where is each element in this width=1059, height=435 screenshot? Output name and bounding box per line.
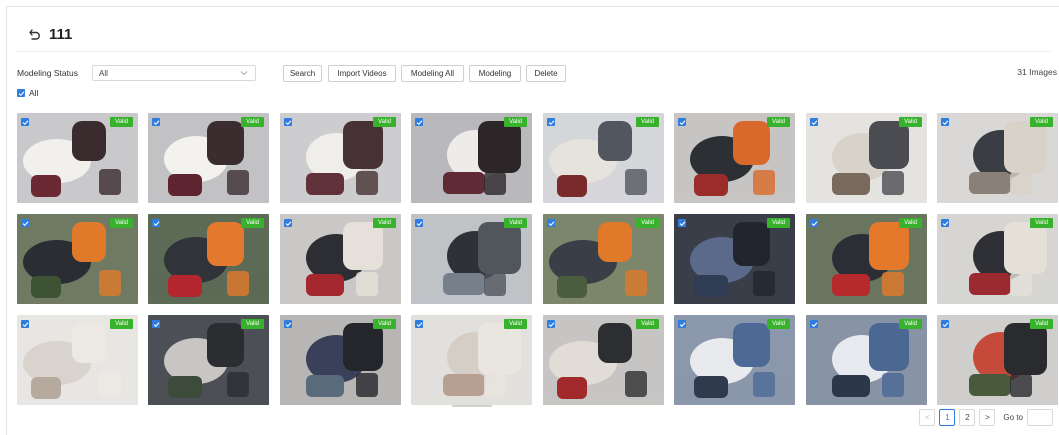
image-tile[interactable]: Valid (280, 214, 401, 304)
tile-checkbox[interactable] (941, 320, 949, 328)
modeling-all-button[interactable]: Modeling All (401, 65, 464, 82)
image-tile[interactable]: Valid (543, 214, 664, 304)
image-tile[interactable]: Valid (411, 315, 532, 405)
tile-checkbox[interactable] (678, 118, 686, 126)
image-tile[interactable]: Valid (806, 113, 927, 203)
status-badge: Valid (636, 218, 659, 228)
status-badge: Valid (899, 319, 922, 329)
next-page-button[interactable]: > (979, 409, 996, 426)
image-tile[interactable]: Valid (674, 113, 795, 203)
status-badge: Valid (241, 319, 264, 329)
header-divider (16, 51, 1051, 52)
tile-checkbox[interactable] (21, 118, 29, 126)
image-tile[interactable]: Valid (17, 113, 138, 203)
tile-checkbox[interactable] (941, 118, 949, 126)
modeling-status-select[interactable]: All (92, 65, 256, 81)
image-tile[interactable]: Valid (806, 214, 927, 304)
image-tile[interactable]: Valid (674, 315, 795, 405)
tile-checkbox[interactable] (284, 118, 292, 126)
status-badge: Valid (373, 319, 396, 329)
back-arrow-icon[interactable] (27, 26, 43, 42)
status-badge: Valid (110, 117, 133, 127)
image-tile[interactable]: Valid (17, 315, 138, 405)
tile-checkbox[interactable] (152, 320, 160, 328)
scroll-indicator[interactable] (452, 405, 492, 407)
tile-checkbox[interactable] (415, 118, 423, 126)
tile-checkbox[interactable] (810, 118, 818, 126)
page-title: 111 (49, 25, 73, 43)
tile-checkbox[interactable] (21, 219, 29, 227)
status-badge: Valid (241, 117, 264, 127)
tile-checkbox[interactable] (152, 118, 160, 126)
import-videos-button[interactable]: Import Videos (328, 65, 396, 82)
tile-checkbox[interactable] (678, 219, 686, 227)
status-badge: Valid (1030, 218, 1053, 228)
image-tile[interactable]: Valid (543, 315, 664, 405)
status-badge: Valid (767, 117, 790, 127)
select-all-label: All (29, 88, 39, 98)
image-tile[interactable]: Valid (148, 113, 269, 203)
pagination: < 1 2 > Go to (919, 409, 1053, 426)
image-tile[interactable]: Valid (280, 113, 401, 203)
status-badge: Valid (241, 218, 264, 228)
image-tile[interactable]: Valid (937, 113, 1058, 203)
tile-checkbox[interactable] (810, 219, 818, 227)
tile-checkbox[interactable] (678, 320, 686, 328)
page-2-button[interactable]: 2 (959, 409, 976, 426)
status-badge: Valid (1030, 319, 1053, 329)
status-badge: Valid (636, 319, 659, 329)
image-tile[interactable]: Valid (543, 113, 664, 203)
tile-checkbox[interactable] (941, 219, 949, 227)
image-tile[interactable]: Valid (937, 315, 1058, 405)
modeling-status-label: Modeling Status (17, 68, 78, 78)
status-badge: Valid (373, 117, 396, 127)
status-badge: Valid (504, 117, 527, 127)
delete-button[interactable]: Delete (526, 65, 566, 82)
image-tile[interactable]: Valid (148, 315, 269, 405)
tile-checkbox[interactable] (284, 219, 292, 227)
image-tile[interactable]: Valid (17, 214, 138, 304)
image-tile[interactable]: Valid (280, 315, 401, 405)
tile-checkbox[interactable] (547, 118, 555, 126)
image-grid: Valid Valid Valid Valid Valid Valid Vali… (17, 113, 1059, 406)
image-tile[interactable]: Valid (806, 315, 927, 405)
status-badge: Valid (504, 319, 527, 329)
image-tile[interactable]: Valid (937, 214, 1058, 304)
status-badge: Valid (110, 319, 133, 329)
select-all-checkbox[interactable] (17, 89, 25, 97)
image-count: 31 Images (1017, 67, 1057, 77)
goto-page-input[interactable] (1027, 409, 1053, 426)
modeling-button[interactable]: Modeling (469, 65, 521, 82)
select-all[interactable]: All (17, 88, 38, 98)
status-badge: Valid (767, 319, 790, 329)
image-tile[interactable]: Valid (411, 113, 532, 203)
modeling-status-value: All (99, 68, 108, 78)
image-tile[interactable]: Valid (411, 214, 532, 304)
image-tile[interactable]: Valid (674, 214, 795, 304)
status-badge: Valid (373, 218, 396, 228)
status-badge: Valid (899, 117, 922, 127)
status-badge: Valid (110, 218, 133, 228)
tile-checkbox[interactable] (547, 219, 555, 227)
status-badge: Valid (636, 117, 659, 127)
chevron-down-icon (240, 69, 248, 79)
status-badge: Valid (767, 218, 790, 228)
status-badge: Valid (1030, 117, 1053, 127)
tile-checkbox[interactable] (415, 320, 423, 328)
tile-checkbox[interactable] (810, 320, 818, 328)
tile-checkbox[interactable] (547, 320, 555, 328)
goto-label: Go to (1003, 413, 1023, 422)
prev-page-button[interactable]: < (919, 409, 936, 426)
status-badge: Valid (504, 218, 527, 228)
tile-checkbox[interactable] (284, 320, 292, 328)
page-header: 111 (27, 22, 72, 46)
tile-checkbox[interactable] (152, 219, 160, 227)
status-badge: Valid (899, 218, 922, 228)
tile-checkbox[interactable] (21, 320, 29, 328)
image-tile[interactable]: Valid (148, 214, 269, 304)
page-1-button[interactable]: 1 (939, 409, 956, 426)
search-button[interactable]: Search (283, 65, 322, 82)
tile-checkbox[interactable] (415, 219, 423, 227)
